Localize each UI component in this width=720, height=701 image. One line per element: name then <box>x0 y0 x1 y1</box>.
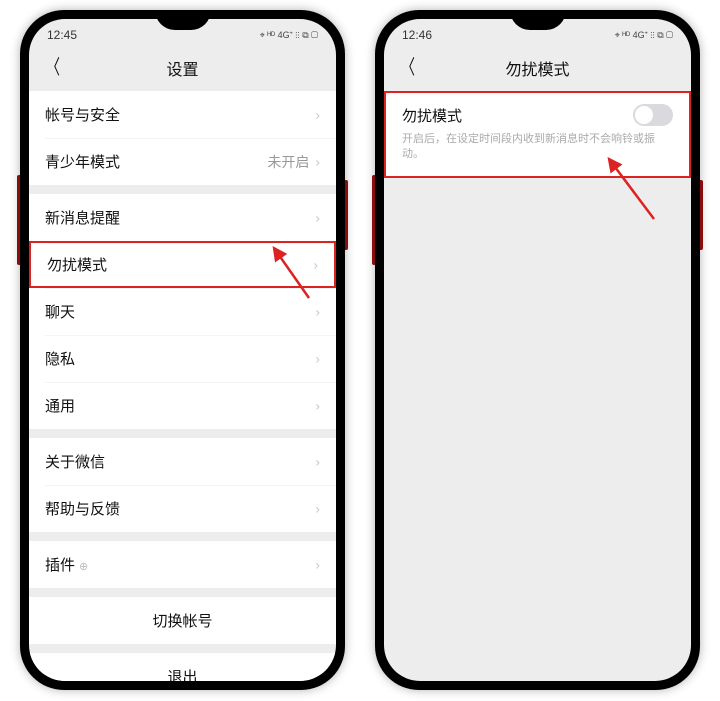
back-button[interactable]: 〈 <box>401 58 415 78</box>
row-label: 插件⊕ <box>45 554 315 575</box>
group-notifications: 新消息提醒 › 勿扰模式 › 聊天 › 隐私 › 通用 › <box>29 194 336 429</box>
dnd-toggle-row: 勿扰模式 <box>402 104 673 126</box>
header: 〈 设置 <box>29 45 336 91</box>
row-help-feedback[interactable]: 帮助与反馈 › <box>29 485 336 532</box>
page-title: 勿扰模式 <box>384 56 691 80</box>
row-dnd-mode[interactable]: 勿扰模式 › <box>29 241 336 288</box>
chevron-icon: › <box>315 154 320 168</box>
chevron-icon: › <box>315 501 320 515</box>
logout-button[interactable]: 退出 <box>29 653 336 681</box>
row-label: 勿扰模式 <box>47 254 313 275</box>
row-new-message[interactable]: 新消息提醒 › <box>29 194 336 241</box>
row-youth-mode[interactable]: 青少年模式 未开启 › <box>29 138 336 185</box>
row-plugins[interactable]: 插件⊕ › <box>29 541 336 588</box>
chevron-icon: › <box>315 398 320 412</box>
dnd-description: 开启后，在设定时间段内收到新消息时不会响铃或振动。 <box>402 132 673 163</box>
row-label: 关于微信 <box>45 451 315 472</box>
row-label: 通用 <box>45 395 315 416</box>
row-label: 青少年模式 <box>45 151 267 172</box>
back-button[interactable]: 〈 <box>46 58 60 78</box>
status-time: 12:46 <box>402 28 432 42</box>
dnd-label: 勿扰模式 <box>402 105 633 126</box>
screen: 12:45 ⌖ ᴴᴰ 4G⁺ ⫶⫶ ⧉ ▢ 〈 设置 帐号与安全 › 青少年模式… <box>29 19 336 681</box>
dnd-toggle-section: 勿扰模式 开启后，在设定时间段内收到新消息时不会响铃或振动。 <box>384 91 691 178</box>
chevron-icon: › <box>315 351 320 365</box>
plugin-icon: ⊕ <box>79 561 88 573</box>
row-label: 帮助与反馈 <box>45 498 315 519</box>
chevron-icon: › <box>315 557 320 571</box>
dnd-toggle[interactable] <box>633 104 673 126</box>
screen: 12:46 ⌖ ᴴᴰ 4G⁺ ⫶⫶ ⧉ ▢ 〈 勿扰模式 勿扰模式 开启后，在设… <box>384 19 691 681</box>
chevron-icon: › <box>315 454 320 468</box>
group-account: 帐号与安全 › 青少年模式 未开启 › <box>29 91 336 185</box>
status-time: 12:45 <box>47 28 77 42</box>
dnd-content: 勿扰模式 开启后，在设定时间段内收到新消息时不会响铃或振动。 <box>384 91 691 681</box>
row-label: 隐私 <box>45 348 315 369</box>
row-label: 帐号与安全 <box>45 104 315 125</box>
action-label: 切换帐号 <box>152 610 212 631</box>
row-label: 聊天 <box>45 301 315 322</box>
settings-list: 帐号与安全 › 青少年模式 未开启 › 新消息提醒 › 勿扰模式 › <box>29 91 336 681</box>
row-privacy[interactable]: 隐私 › <box>29 335 336 382</box>
row-general[interactable]: 通用 › <box>29 382 336 429</box>
phone-right: 12:46 ⌖ ᴴᴰ 4G⁺ ⫶⫶ ⧉ ▢ 〈 勿扰模式 勿扰模式 开启后，在设… <box>375 10 700 690</box>
group-plugins: 插件⊕ › <box>29 541 336 588</box>
header: 〈 勿扰模式 <box>384 45 691 91</box>
switch-account-button[interactable]: 切换帐号 <box>29 597 336 644</box>
chevron-icon: › <box>313 257 318 271</box>
row-label: 新消息提醒 <box>45 207 315 228</box>
row-chat[interactable]: 聊天 › <box>29 288 336 335</box>
action-label: 退出 <box>167 666 197 681</box>
chevron-icon: › <box>315 210 320 224</box>
phone-left: 12:45 ⌖ ᴴᴰ 4G⁺ ⫶⫶ ⧉ ▢ 〈 设置 帐号与安全 › 青少年模式… <box>20 10 345 690</box>
status-icons: ⌖ ᴴᴰ 4G⁺ ⫶⫶ ⧉ ▢ <box>260 30 318 41</box>
page-title: 设置 <box>29 56 336 80</box>
row-about-wechat[interactable]: 关于微信 › <box>29 438 336 485</box>
row-value: 未开启 <box>267 152 309 172</box>
status-icons: ⌖ ᴴᴰ 4G⁺ ⫶⫶ ⧉ ▢ <box>615 30 673 41</box>
chevron-icon: › <box>315 304 320 318</box>
row-account-security[interactable]: 帐号与安全 › <box>29 91 336 138</box>
chevron-icon: › <box>315 107 320 121</box>
group-about: 关于微信 › 帮助与反馈 › <box>29 438 336 532</box>
